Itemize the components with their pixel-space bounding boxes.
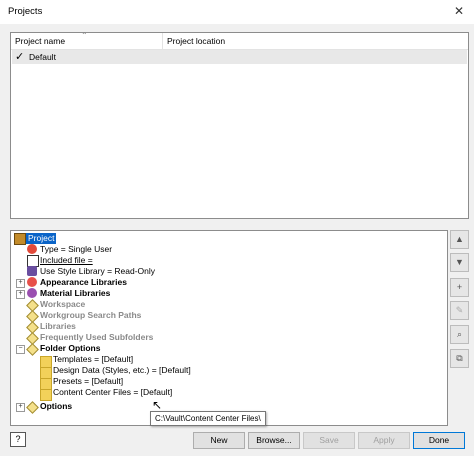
- tree-label-project: Project: [26, 233, 57, 244]
- done-button[interactable]: Done: [413, 432, 465, 449]
- project-row-default[interactable]: ✓ Default: [12, 50, 467, 64]
- move-down-button[interactable]: ▼: [450, 253, 469, 272]
- expand-options-icon[interactable]: +: [16, 403, 25, 412]
- appearance-icon: [27, 277, 37, 287]
- project-icon: [14, 233, 26, 245]
- project-list-header: Project name ⌃ Project location: [11, 31, 468, 50]
- folder-options-icon: [26, 343, 39, 356]
- tree-node-project[interactable]: Project: [14, 233, 74, 245]
- collapse-folder-options-icon[interactable]: −: [16, 345, 25, 354]
- browse-button[interactable]: Browse...: [248, 432, 300, 449]
- material-icon: [27, 288, 37, 298]
- column-project-location[interactable]: Project location: [167, 36, 225, 46]
- copy-path-button[interactable]: ⧉: [450, 349, 469, 368]
- move-up-button[interactable]: ▲: [450, 230, 469, 249]
- save-button[interactable]: Save: [303, 432, 355, 449]
- close-icon[interactable]: ✕: [450, 3, 468, 19]
- window-title: Projects: [8, 6, 43, 17]
- add-path-button[interactable]: +: [450, 278, 469, 297]
- project-settings-tree[interactable]: Project Type = Single User Included file…: [10, 230, 448, 426]
- column-separator[interactable]: [162, 33, 163, 49]
- style-library-icon: [27, 266, 37, 276]
- expand-appearance-icon[interactable]: +: [16, 279, 25, 288]
- path-tooltip: C:\Vault\Content Center Files\: [150, 411, 266, 426]
- help-button[interactable]: ?: [10, 432, 26, 447]
- apply-button[interactable]: Apply: [358, 432, 410, 449]
- expand-material-icon[interactable]: +: [16, 290, 25, 299]
- mouse-cursor-icon: ↖: [152, 398, 163, 412]
- new-button[interactable]: New: [193, 432, 245, 449]
- project-name-cell: Default: [29, 52, 56, 62]
- folder-icon: [40, 389, 52, 401]
- options-icon: [26, 401, 39, 414]
- sort-arrow-icon: ⌃: [81, 31, 88, 40]
- title-bar: Projects ✕: [0, 0, 474, 24]
- person-icon: [27, 244, 37, 254]
- active-check-icon: ✓: [15, 51, 25, 63]
- edit-path-button[interactable]: ✎: [450, 301, 469, 320]
- project-list[interactable]: Project name ⌃ Project location ✓ Defaul…: [10, 31, 469, 219]
- column-project-name[interactable]: Project name: [15, 36, 65, 46]
- find-path-button[interactable]: ⌕: [450, 325, 469, 344]
